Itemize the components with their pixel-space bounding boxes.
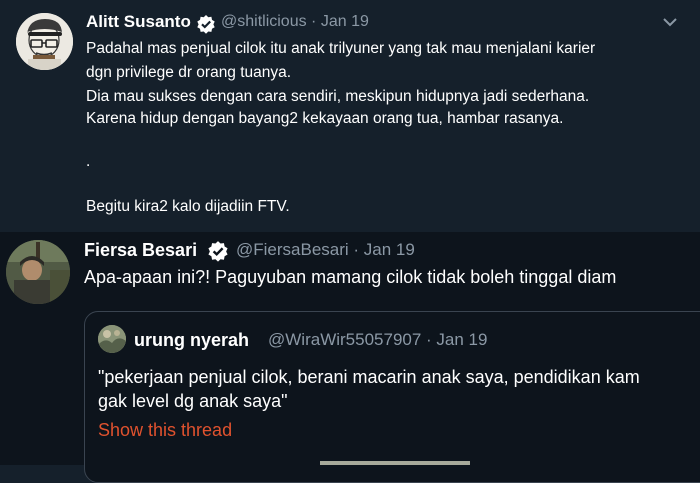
tweet-text-line: Dia mau sukses dengan cara sendiri, mesk…	[86, 88, 590, 105]
verified-badge-icon	[207, 240, 229, 267]
author-name[interactable]: Alitt Susanto	[86, 12, 191, 32]
author-handle-date[interactable]: @shitlicious · Jan 19	[221, 13, 369, 31]
quoted-text-line: gak level dg anak saya"	[98, 391, 288, 411]
quoted-media-image[interactable]	[320, 461, 470, 465]
tweet-text-line: .	[86, 153, 91, 170]
avatar-fiersa[interactable]	[6, 240, 70, 304]
avatar-wira[interactable]	[98, 325, 126, 353]
tweet-text-line: dgn privilege dr orang tuanya.	[86, 64, 292, 81]
quoted-author-name[interactable]: urung nyerah	[134, 330, 249, 351]
verified-badge-icon	[196, 14, 216, 39]
tweet-text-line: Padahal mas penjual cilok itu anak trily…	[86, 40, 596, 57]
quoted-author-handle-date[interactable]: @WiraWir55057907 · Jan 19	[268, 330, 487, 350]
avatar-alitt[interactable]	[16, 13, 73, 70]
author-handle-date[interactable]: @FiersaBesari · Jan 19	[236, 240, 415, 260]
quoted-text-line: "pekerjaan penjual cilok, berani macarin…	[98, 367, 640, 387]
tweet-text-line: Begitu kira2 kalo dijadiin FTV.	[86, 198, 290, 215]
show-thread-link[interactable]: Show this thread	[98, 420, 232, 441]
tweet-text-line: Karena hidup dengan bayang2 kekayaan ora…	[86, 110, 564, 127]
chevron-down-icon[interactable]	[660, 12, 680, 37]
tweet-text: Apa-apaan ini?! Paguyuban mamang cilok t…	[84, 267, 617, 287]
author-name[interactable]: Fiersa Besari	[84, 240, 197, 261]
